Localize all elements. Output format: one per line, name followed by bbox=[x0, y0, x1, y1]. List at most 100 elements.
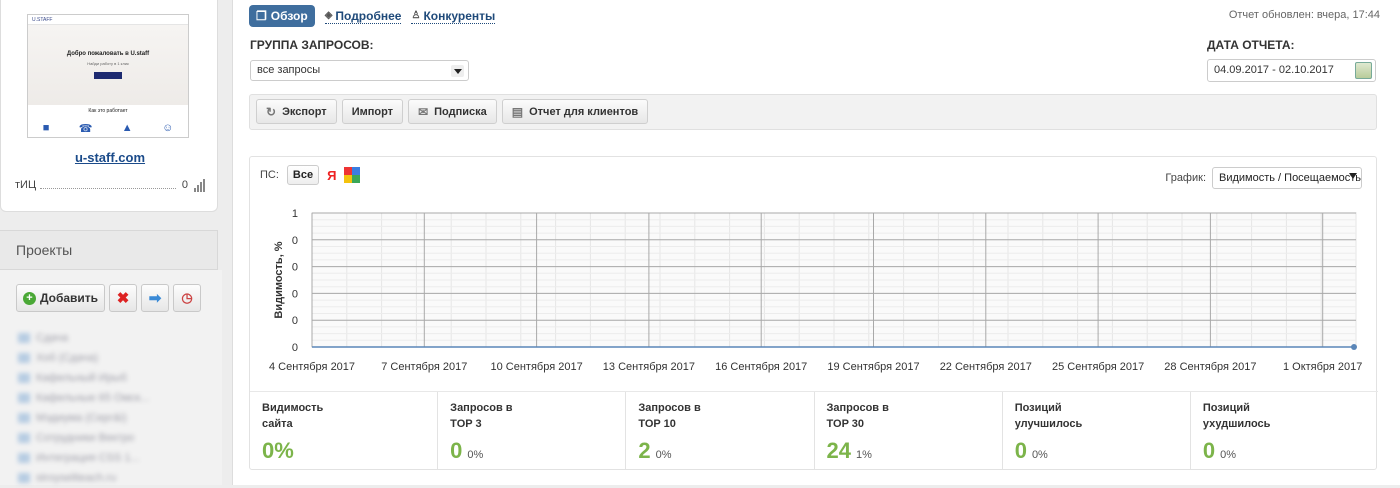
project-name: Хоб (Сдача) bbox=[36, 352, 99, 364]
move-project-button[interactable]: ➡ bbox=[141, 284, 169, 312]
report-date-input[interactable]: 04.09.2017 - 02.10.2017 bbox=[1207, 59, 1376, 82]
chart-panel: ПС: Все Я График: Видимость / Посещаемос… bbox=[249, 156, 1378, 470]
stat-value: 0 bbox=[1202, 438, 1216, 463]
projects-heading: Проекты bbox=[0, 230, 218, 270]
subscribe-label: Подписка bbox=[434, 105, 487, 118]
projects-list: Сдача Хоб (Сдача) Кафельный Ирыб Кафельные … bbox=[18, 328, 198, 488]
y-axis-label: Видимость, % bbox=[273, 241, 285, 318]
project-name: Сотрудники Вектро bbox=[36, 432, 135, 444]
stat-value-row: 2 0% bbox=[638, 438, 801, 464]
close-icon: ✖ bbox=[116, 290, 130, 307]
stat-card: Запросов в TOP 10 2 0% bbox=[626, 392, 815, 469]
project-item[interactable]: Кафельный Ирыб bbox=[18, 368, 198, 388]
thumbnail-button bbox=[94, 72, 122, 79]
thumbnail-headline: Добро пожаловать в U.staff bbox=[66, 51, 150, 57]
y-tick-label: 0 bbox=[292, 262, 298, 274]
tab-details-label: Подробнее bbox=[335, 8, 402, 23]
project-item[interactable]: Хоб (Сдача) bbox=[18, 348, 198, 368]
tic-label: тИЦ bbox=[15, 179, 37, 191]
query-group-select[interactable]: все запросы bbox=[250, 60, 469, 81]
plus-icon: + bbox=[22, 291, 36, 305]
chevron-down-icon bbox=[1349, 173, 1357, 179]
visibility-chart: 1 0 0 0 0 0 4 Сентября 2017 7 Сентября 2017 10 С… bbox=[269, 208, 1362, 373]
project-item[interactable]: Мэдиума (Серг&i) bbox=[18, 408, 198, 428]
project-item[interactable]: Кафельные 65 Омск... bbox=[18, 388, 198, 408]
stat-card: Позиций ухудшилось 0 0% bbox=[1191, 392, 1378, 469]
project-name: Кафельные 65 Омск... bbox=[36, 392, 150, 404]
x-tick-label: 16 Сентября 2017 bbox=[715, 361, 807, 373]
tab-overview[interactable]: ❐ Обзор bbox=[249, 5, 315, 27]
y-tick-label: 0 bbox=[292, 288, 298, 300]
stat-value-row: 0 0% bbox=[1015, 438, 1178, 464]
tic-dots bbox=[40, 181, 176, 189]
tab-competitors-label: Конкуренты bbox=[423, 8, 496, 23]
graph-control: График: Видимость / Посещаемость bbox=[1165, 167, 1362, 189]
stat-card: Позиций улучшилось 0 0% bbox=[1003, 392, 1191, 469]
subscribe-button[interactable]: ✉ Подписка bbox=[408, 99, 497, 124]
add-project-button[interactable]: + Добавить bbox=[16, 284, 105, 312]
user-icon: ♙ bbox=[411, 10, 421, 21]
data-point bbox=[1351, 344, 1357, 350]
project-item[interactable]: Сдача bbox=[18, 328, 198, 348]
thumbnail-subline: Найди работу в 1 клик bbox=[87, 61, 129, 66]
mail-icon: ✉ bbox=[418, 104, 429, 119]
import-label: Импорт bbox=[351, 105, 394, 118]
export-button[interactable]: ↻ Экспорт bbox=[256, 99, 337, 124]
site-thumbnail[interactable]: U.STAFF Добро пожаловать в U.staff Найди… bbox=[27, 14, 189, 138]
calendar-icon[interactable] bbox=[1355, 62, 1372, 79]
x-tick-label: 28 Сентября 2017 bbox=[1164, 361, 1256, 373]
client-report-button[interactable]: ▤ Отчет для клиентов bbox=[501, 99, 649, 124]
tab-details[interactable]: ◈ Подробнее bbox=[324, 8, 402, 24]
stat-label: Видимость сайта bbox=[262, 400, 425, 432]
stat-label: Запросов в TOP 30 bbox=[827, 400, 990, 432]
stat-value: 0 bbox=[1014, 438, 1027, 463]
project-item[interactable]: stroyseliteach.ru bbox=[18, 468, 198, 488]
stat-label-line2: TOP 3 bbox=[450, 418, 482, 430]
yandex-icon[interactable]: Я bbox=[327, 168, 336, 183]
document-icon: ▤ bbox=[511, 104, 524, 119]
stat-label: Запросов в TOP 3 bbox=[450, 400, 613, 432]
site-card: U.STAFF Добро пожаловать в U.staff Найди… bbox=[0, 0, 218, 212]
stat-value: 0% bbox=[262, 438, 294, 463]
history-project-button[interactable]: ◷ bbox=[173, 284, 201, 312]
stat-value-row: 0 0% bbox=[450, 438, 613, 464]
thumbnail-hero: Добро пожаловать в U.staff Найди работу … bbox=[28, 25, 188, 105]
x-tick-label: 10 Сентября 2017 bbox=[490, 361, 582, 373]
import-button[interactable]: Импорт bbox=[341, 99, 404, 124]
overview-icon: ❐ bbox=[256, 9, 267, 23]
smile-icon: ☺ bbox=[162, 122, 174, 134]
stat-label-line2: TOP 30 bbox=[826, 418, 865, 430]
ps-all-button[interactable]: Все bbox=[286, 165, 320, 185]
x-tick-label: 13 Сентября 2017 bbox=[603, 361, 695, 373]
ps-label: ПС: bbox=[260, 169, 279, 181]
delete-project-button[interactable]: ✖ bbox=[109, 284, 137, 312]
stat-label-line2: улучшилось bbox=[1014, 418, 1083, 430]
graph-select[interactable]: Видимость / Посещаемость bbox=[1212, 167, 1362, 189]
tic-value: 0 bbox=[181, 179, 188, 191]
report-tabs: ❐ Обзор ◈ Подробнее ♙ Конкуренты bbox=[249, 5, 496, 27]
tab-overview-label: Обзор bbox=[270, 9, 308, 23]
folder-icon bbox=[18, 373, 30, 383]
clock-icon: ◷ bbox=[181, 290, 193, 305]
project-name: Кафельный Ирыб bbox=[36, 372, 127, 384]
stat-label: Позиций ухудшилось bbox=[1203, 400, 1366, 432]
google-icon[interactable] bbox=[344, 167, 361, 183]
stat-percent: 1% bbox=[856, 449, 872, 461]
stat-label-line1: Позиций bbox=[1014, 402, 1062, 414]
folder-icon bbox=[18, 393, 30, 403]
x-tick-label: 1 Октября 2017 bbox=[1283, 361, 1362, 373]
project-item[interactable]: Интеграция CSS 1... bbox=[18, 448, 198, 468]
project-item[interactable]: Сотрудники Вектро bbox=[18, 428, 198, 448]
stat-label-line1: Видимость bbox=[262, 402, 324, 414]
stat-value-row: 24 1% bbox=[827, 438, 990, 464]
report-date-value: 04.09.2017 - 02.10.2017 bbox=[1214, 64, 1334, 76]
stat-label-line2: сайта bbox=[262, 418, 293, 430]
project-name: Мэдиума (Серг&i) bbox=[36, 412, 127, 424]
query-group-label: ГРУППА ЗАПРОСОВ: bbox=[250, 38, 374, 52]
graph-label: График: bbox=[1165, 172, 1206, 184]
site-link[interactable]: u-staff.com bbox=[1, 150, 219, 165]
stat-percent: 0% bbox=[655, 449, 672, 461]
tab-competitors[interactable]: ♙ Конкуренты bbox=[411, 8, 496, 24]
stat-label-line1: Запросов в bbox=[638, 402, 701, 414]
stat-label-line1: Запросов в bbox=[450, 402, 513, 414]
